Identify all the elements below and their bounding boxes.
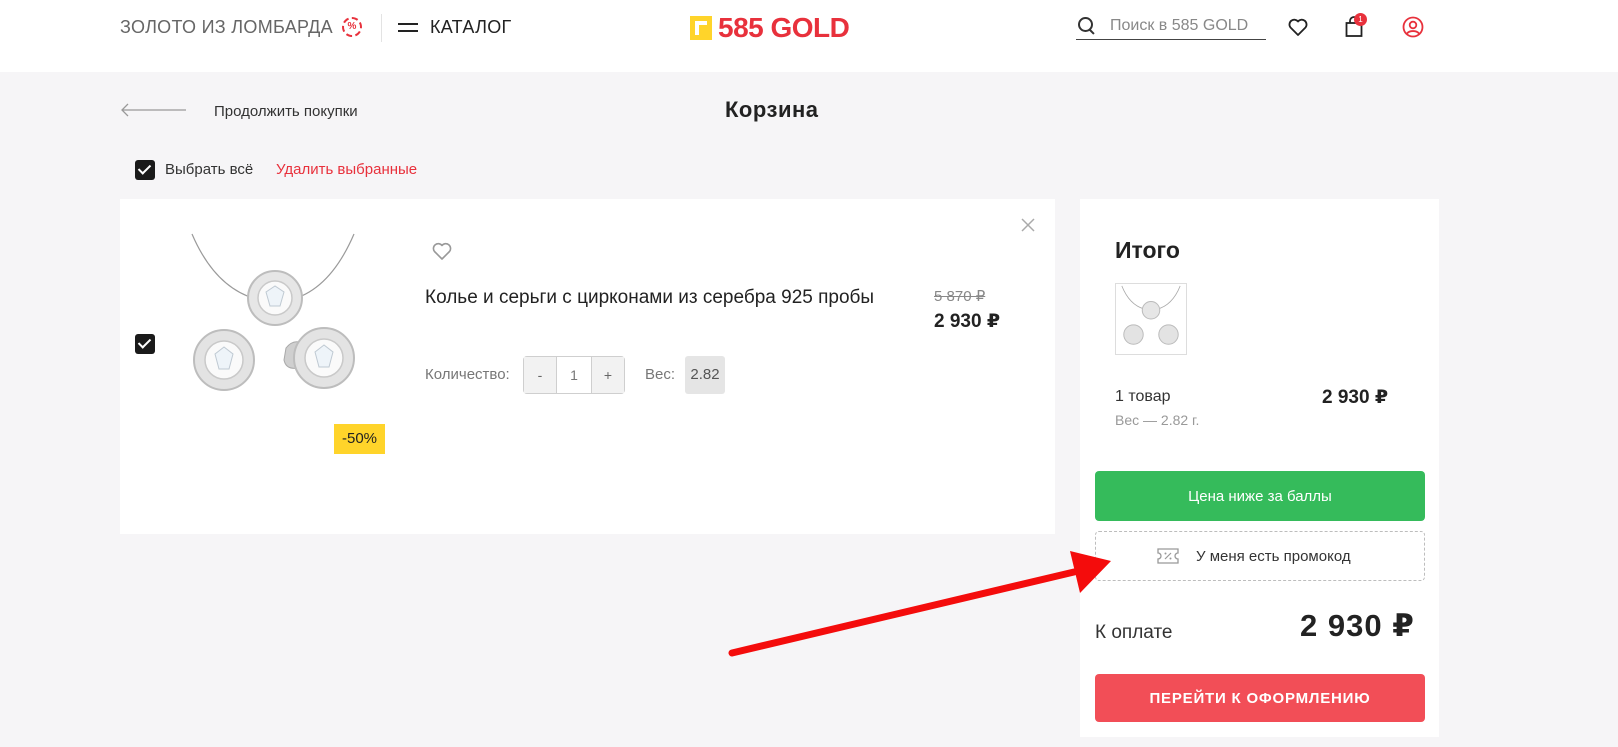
order-summary-card: [1080, 199, 1439, 737]
item-checkbox[interactable]: [135, 334, 155, 354]
weight-value: 2.82: [685, 356, 725, 394]
summary-sum: 2 930 ₽: [1322, 387, 1389, 408]
summary-product-thumbnail[interactable]: [1115, 283, 1187, 355]
lombard-link[interactable]: ЗОЛОТО ИЗ ЛОМБАРДА: [120, 17, 333, 38]
quantity-minus-button[interactable]: -: [524, 357, 556, 393]
search-input[interactable]: [1110, 16, 1264, 36]
burger-icon[interactable]: [398, 20, 418, 34]
user-icon[interactable]: [1401, 15, 1425, 39]
logo[interactable]: 585 GOLD: [690, 12, 850, 43]
quantity-value[interactable]: 1: [556, 357, 592, 393]
quantity-plus-button[interactable]: +: [592, 357, 624, 393]
discount-badge: -50%: [334, 424, 385, 454]
points-discount-button[interactable]: Цена ниже за баллы: [1095, 471, 1425, 521]
logo-text: 585 GOLD: [718, 12, 850, 43]
back-arrow-icon[interactable]: [120, 103, 186, 117]
select-all-label[interactable]: Выбрать всё: [165, 161, 253, 178]
select-all-checkbox[interactable]: [135, 160, 155, 180]
weight-label: Вес:: [645, 366, 676, 383]
quantity-stepper: - 1 +: [523, 356, 625, 394]
continue-shopping-link[interactable]: Продолжить покупки: [214, 103, 358, 120]
old-price: 5 870 ₽: [934, 288, 986, 305]
summary-title: Итого: [1115, 237, 1180, 263]
search-bar: [1076, 14, 1266, 40]
current-price: 2 930 ₽: [934, 311, 1001, 332]
promo-code-label: У меня есть промокод: [1196, 548, 1351, 565]
catalog-link[interactable]: КАТАЛОГ: [430, 17, 512, 38]
promo-code-button[interactable]: У меня есть промокод: [1095, 531, 1425, 581]
product-title[interactable]: Колье и серьги с цирконами из серебра 92…: [425, 286, 915, 310]
to-pay-label: К оплате: [1095, 622, 1173, 643]
to-pay-sum: 2 930 ₽: [1300, 608, 1415, 643]
header-divider: [381, 14, 382, 42]
heart-icon[interactable]: [1286, 15, 1310, 39]
product-image[interactable]: [186, 230, 366, 410]
cart-count-badge: 1: [1354, 13, 1367, 26]
percent-icon: %: [342, 17, 362, 37]
delete-selected-link[interactable]: Удалить выбранные: [276, 161, 417, 178]
summary-item-count: 1 товар: [1115, 388, 1171, 405]
logo-mark-icon: [690, 16, 712, 40]
site-header: ЗОЛОТО ИЗ ЛОМБАРДА % КАТАЛОГ 585 GOLD 1: [0, 0, 1618, 72]
search-icon[interactable]: [1078, 17, 1094, 33]
checkout-button[interactable]: ПЕРЕЙТИ К ОФОРМЛЕНИЮ: [1095, 674, 1425, 722]
summary-weight: Вес — 2.82 г.: [1115, 412, 1200, 428]
page-title: Корзина: [725, 97, 819, 122]
coupon-icon: [1157, 548, 1179, 564]
remove-item-close-icon[interactable]: [1020, 217, 1036, 233]
quantity-label: Количество:: [425, 366, 510, 383]
favorite-heart-icon[interactable]: [430, 240, 454, 262]
